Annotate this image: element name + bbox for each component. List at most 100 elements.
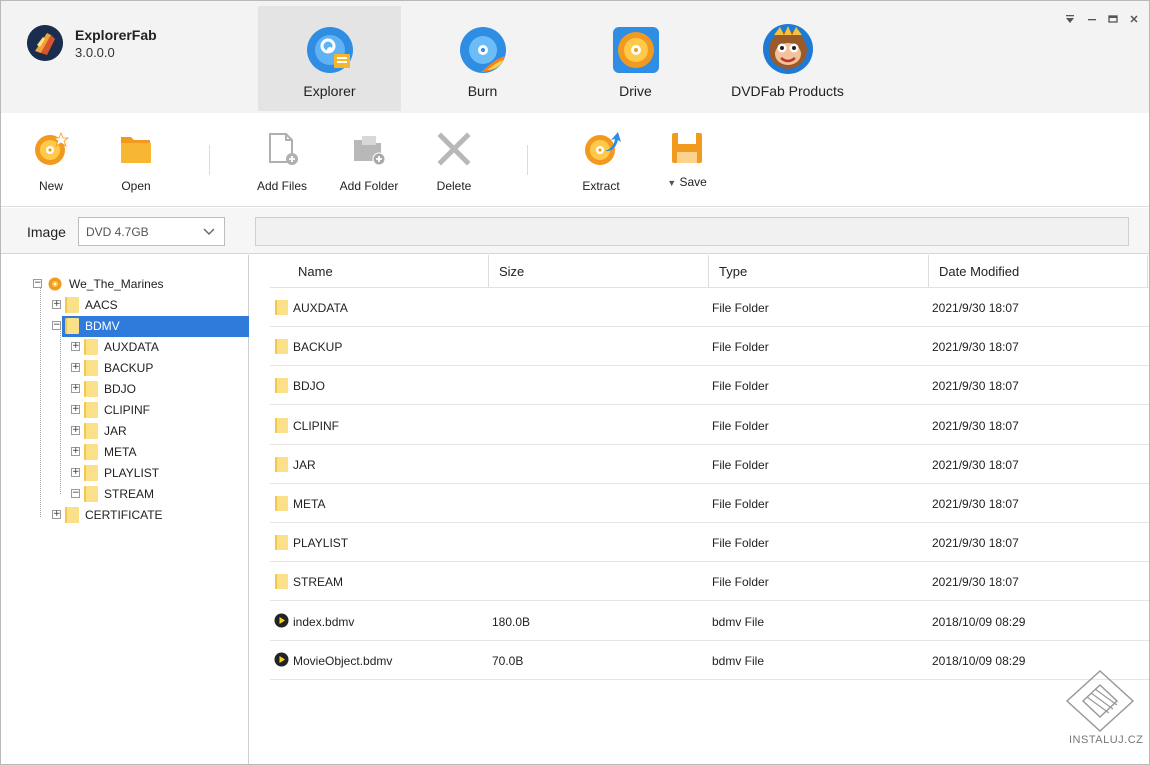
cell-type: File Folder	[712, 497, 769, 511]
table-row[interactable]: AUXDATA File Folder 2021/9/30 18:07	[270, 288, 1149, 327]
add-folder-button[interactable]: Add Folder	[331, 131, 407, 201]
cell-type: File Folder	[712, 536, 769, 551]
drive-icon	[612, 26, 660, 74]
table-row[interactable]: index.bdmv 180.0B bdmv File 2018/10/09 08:2…	[270, 602, 1149, 641]
toolbar-separator	[527, 145, 528, 175]
expand-icon[interactable]: +	[71, 405, 80, 414]
tab-burn[interactable]: Burn	[411, 6, 554, 111]
delete-label: Delete	[436, 179, 472, 193]
cell-name: STREAM	[293, 575, 344, 590]
tab-dvdfab-products[interactable]: DVDFab Products	[716, 6, 859, 111]
tree-line	[40, 287, 41, 517]
cell-date: 2021/9/30 18:07	[932, 497, 1019, 511]
expand-icon[interactable]: +	[71, 447, 80, 456]
folder-icon	[84, 465, 98, 481]
tree-item-auxdata[interactable]: + AUXDATA	[71, 337, 241, 357]
tree-item-meta[interactable]: + META	[71, 442, 241, 462]
cell-name: BDJO	[293, 379, 326, 394]
image-size-select[interactable]: DVD 4.7GB	[78, 217, 225, 246]
file-list: Name Size Type Date Modified AUXDATA File…	[250, 255, 1149, 764]
add-files-button[interactable]: Add Files	[244, 131, 320, 201]
path-field[interactable]	[255, 217, 1129, 246]
tree-root[interactable]: − We_The_Marines	[33, 274, 233, 294]
folder-icon	[275, 456, 288, 472]
explorer-icon	[306, 26, 354, 74]
image-row: Image DVD 4.7GB	[1, 208, 1149, 254]
expand-icon[interactable]: +	[52, 300, 61, 309]
open-folder-icon	[118, 131, 154, 167]
tree-item-playlist[interactable]: + PLAYLIST	[71, 463, 241, 483]
save-label[interactable]: ▼ Save	[649, 175, 725, 189]
image-label: Image	[27, 224, 66, 240]
menu-dropdown-icon[interactable]	[1062, 13, 1078, 28]
column-header-type[interactable]: Type	[709, 255, 929, 287]
folder-icon	[65, 297, 79, 313]
collapse-icon[interactable]: −	[71, 489, 80, 498]
column-header-date-modified[interactable]: Date Modified	[929, 255, 1148, 287]
toolbar-separator	[209, 145, 210, 175]
cell-type: File Folder	[712, 379, 769, 394]
column-header-label: Type	[719, 264, 748, 279]
cell-name: CLIPINF	[293, 418, 340, 433]
tree-item-stream[interactable]: − STREAM	[71, 484, 241, 504]
tree-item-label: STREAM	[104, 487, 155, 501]
tree-item-aacs[interactable]: + AACS	[52, 295, 242, 315]
tree-item-clipinf[interactable]: + CLIPINF	[71, 400, 241, 420]
expand-icon[interactable]: +	[71, 468, 80, 477]
tree-item-bdmv[interactable]: − BDMV	[52, 316, 249, 337]
expand-icon[interactable]: +	[71, 384, 80, 393]
table-row[interactable]: CLIPINF File Folder 2021/9/30 18:07	[270, 406, 1149, 445]
tree-item-jar[interactable]: + JAR	[71, 421, 241, 441]
save-label-text: Save	[679, 175, 707, 189]
save-floppy-icon	[669, 131, 705, 167]
cell-date: 2018/10/09 08:29	[932, 653, 1026, 668]
cell-size: 180.0B	[492, 614, 531, 629]
cell-name: index.bdmv	[293, 614, 355, 629]
cell-type: File Folder	[712, 340, 769, 355]
cell-type: bdmv File	[712, 614, 765, 629]
tree-item-label: META	[104, 445, 137, 459]
table-row[interactable]: STREAM File Folder 2021/9/30 18:07	[270, 562, 1149, 602]
new-button[interactable]: New	[13, 131, 89, 201]
tree-item-bdjo[interactable]: + BDJO	[71, 379, 241, 399]
save-dropdown-arrow-icon: ▼	[667, 178, 677, 188]
folder-icon	[275, 300, 288, 315]
maximize-icon[interactable]	[1105, 13, 1121, 28]
open-button[interactable]: Open	[98, 131, 174, 201]
expand-icon[interactable]: +	[71, 342, 80, 351]
cell-type: bdmv File	[712, 653, 765, 668]
cell-date: 2021/9/30 18:07	[932, 379, 1019, 394]
extract-button[interactable]: Extract	[563, 131, 639, 201]
expand-icon[interactable]: +	[52, 510, 61, 519]
column-header-name[interactable]: Name	[288, 255, 489, 287]
minimize-icon[interactable]	[1084, 13, 1100, 28]
close-icon[interactable]	[1126, 13, 1142, 28]
tab-drive[interactable]: Drive	[564, 6, 707, 111]
save-button[interactable]: ▼ Save	[649, 131, 725, 201]
tree-item-label: CERTIFICATE	[85, 508, 163, 522]
tree-item-backup[interactable]: + BACKUP	[71, 358, 241, 378]
toolbar: New Open Add Files Add Folder Delete Ext…	[1, 113, 1149, 207]
folder-icon	[84, 444, 98, 460]
collapse-icon[interactable]: −	[52, 321, 61, 330]
collapse-icon[interactable]: −	[33, 279, 42, 288]
tab-explorer[interactable]: Explorer	[258, 6, 401, 111]
column-header-label: Date Modified	[939, 264, 1020, 279]
extract-disc-icon	[583, 131, 621, 167]
table-row[interactable]: MovieObject.bdmv 70.0B bdmv File 2018/10/09…	[270, 641, 1149, 680]
expand-icon[interactable]: +	[71, 363, 80, 372]
table-row[interactable]: JAR File Folder 2021/9/30 18:07	[270, 445, 1149, 484]
folder-icon	[275, 496, 288, 511]
new-disc-icon	[33, 131, 70, 167]
tree-item-certificate[interactable]: + CERTIFICATE	[52, 505, 242, 525]
table-row[interactable]: PLAYLIST File Folder 2021/9/30 18:07	[270, 523, 1149, 563]
add-files-icon	[264, 131, 300, 167]
cell-type: File Folder	[712, 457, 769, 472]
delete-button[interactable]: Delete	[416, 131, 492, 201]
table-row[interactable]: BDJO File Folder 2021/9/30 18:07	[270, 366, 1149, 406]
table-row[interactable]: BACKUP File Folder 2021/9/30 18:07	[270, 327, 1149, 367]
burn-icon	[459, 26, 507, 74]
column-header-size[interactable]: Size	[489, 255, 709, 287]
expand-icon[interactable]: +	[71, 426, 80, 435]
table-row[interactable]: META File Folder 2021/9/30 18:07	[270, 484, 1149, 523]
